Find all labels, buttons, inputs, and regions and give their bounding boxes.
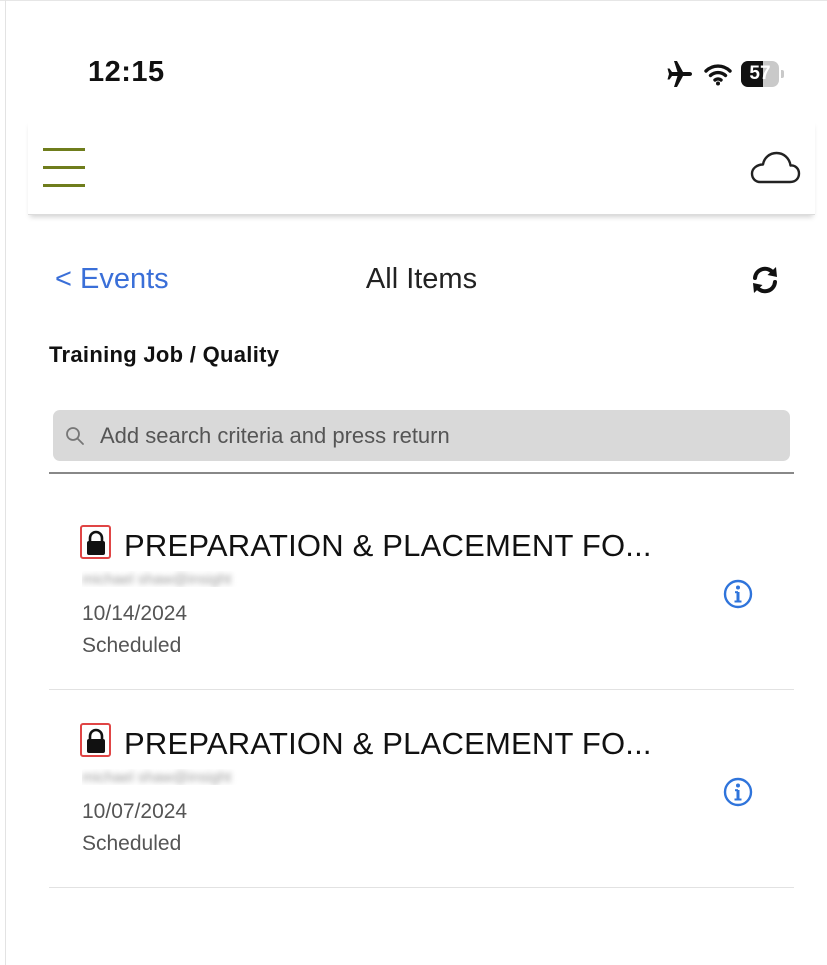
battery-cap	[781, 70, 784, 78]
item-owner: michael shaw@insight	[82, 769, 317, 785]
refresh-icon[interactable]	[750, 265, 780, 295]
search-bar[interactable]	[53, 410, 790, 461]
item-date: 10/14/2024	[82, 602, 188, 625]
status-icons: 57	[665, 60, 785, 88]
item-status: Scheduled	[82, 832, 182, 855]
lock-icon	[80, 723, 111, 757]
hamburger-menu-icon[interactable]	[43, 142, 87, 190]
app-toolbar	[28, 120, 815, 215]
item-title: PREPARATION & PLACEMENT FO...	[124, 726, 652, 761]
item-title: PREPARATION & PLACEMENT FO...	[124, 528, 652, 563]
battery-icon: 57	[741, 61, 785, 87]
item-date: 10/07/2024	[82, 800, 188, 823]
cloud-icon[interactable]	[749, 148, 801, 186]
wifi-icon	[704, 64, 732, 86]
battery-level: 57	[749, 63, 771, 84]
status-time: 12:15	[88, 56, 165, 88]
list-item[interactable]: PREPARATION & PLACEMENT FO... michael sh…	[49, 492, 794, 690]
nav-header: All Items < Events	[28, 255, 815, 305]
menu-line	[43, 148, 85, 151]
item-owner-text: michael shaw@insight	[82, 769, 232, 785]
status-bar: 12:15 57	[0, 0, 827, 110]
back-events-link[interactable]: < Events	[55, 263, 169, 296]
search-input[interactable]	[100, 410, 780, 461]
item-list: PREPARATION & PLACEMENT FO... michael sh…	[49, 492, 794, 888]
search-icon	[66, 427, 84, 445]
info-icon[interactable]	[722, 776, 754, 808]
lock-icon	[80, 525, 111, 559]
menu-line	[43, 184, 85, 187]
search-divider	[49, 472, 794, 474]
info-icon[interactable]	[722, 578, 754, 610]
item-status: Scheduled	[82, 634, 182, 657]
list-item[interactable]: PREPARATION & PLACEMENT FO... michael sh…	[49, 690, 794, 888]
item-owner-text: michael shaw@insight	[82, 571, 232, 587]
frame-left-border	[0, 0, 6, 965]
item-owner: michael shaw@insight	[82, 571, 317, 587]
section-title: Training Job / Quality	[49, 342, 280, 367]
menu-line	[43, 166, 85, 169]
airplane-icon	[667, 61, 692, 87]
